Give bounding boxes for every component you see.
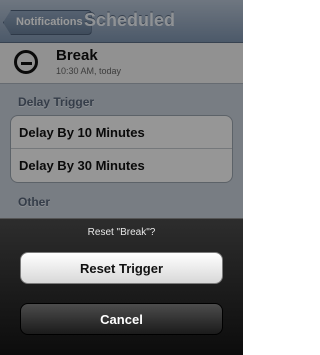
reset-trigger-button[interactable]: Reset Trigger bbox=[20, 252, 223, 284]
cancel-button[interactable]: Cancel bbox=[20, 303, 223, 335]
action-sheet-title: Reset "Break"? bbox=[87, 227, 156, 238]
action-sheet: Reset "Break"? Reset Trigger Cancel bbox=[0, 218, 243, 355]
screen: Notifications Scheduled Break 10:30 AM, … bbox=[0, 0, 243, 355]
